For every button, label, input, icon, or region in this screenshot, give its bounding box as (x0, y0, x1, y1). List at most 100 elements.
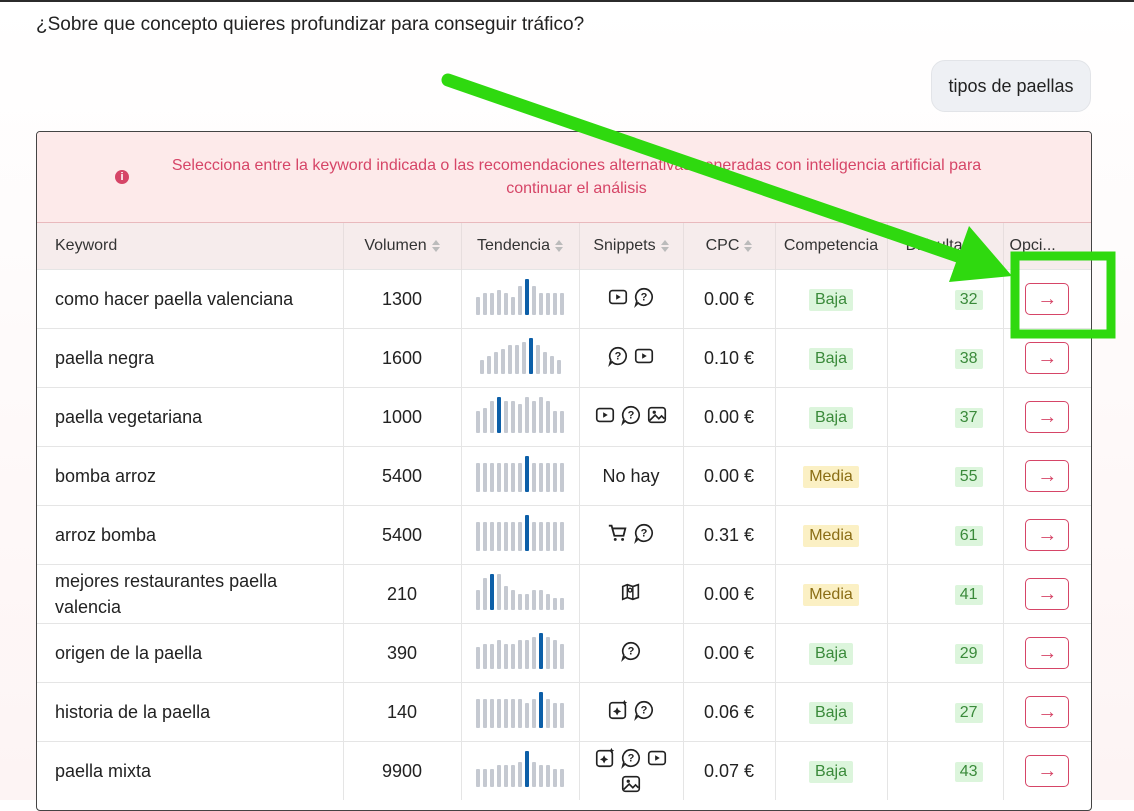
dificultad-cell: 43 (887, 741, 1004, 800)
trend-bar (532, 462, 536, 492)
options-cell: → (1003, 505, 1091, 565)
trend-bar (546, 400, 550, 433)
trend-bar (539, 521, 543, 551)
arrow-right-icon: → (1037, 287, 1058, 310)
competencia-badge: Media (803, 583, 859, 606)
svg-text:?: ? (628, 645, 635, 657)
options-cell: → (1003, 623, 1091, 683)
svg-text:?: ? (628, 409, 635, 421)
col-header-competencia[interactable]: Competencia (775, 223, 888, 270)
table-header-row: Keyword Volumen Tendencia Snippets CPC C… (37, 223, 1091, 270)
trend-bar (490, 462, 494, 492)
competencia-cell: Media (775, 446, 888, 506)
trend-cell (461, 505, 580, 565)
select-keyword-button[interactable]: → (1025, 401, 1070, 433)
trend-bar (532, 636, 536, 669)
options-cell: → (1003, 387, 1091, 447)
trend-bar (500, 348, 505, 374)
dificultad-badge: 37 (954, 408, 983, 428)
trend-bar (546, 593, 550, 610)
trend-bar (553, 410, 557, 433)
select-keyword-button[interactable]: → (1025, 460, 1070, 492)
sort-icon[interactable] (976, 239, 985, 252)
col-header-dificultad[interactable]: Dificultad (887, 223, 1004, 270)
trend-bar (532, 285, 536, 315)
keyword-cell: origen de la paella (37, 623, 344, 683)
map-icon (621, 583, 640, 601)
col-header-volumen[interactable]: Volumen (343, 223, 462, 270)
question-icon: ? (608, 346, 627, 367)
options-cell: → (1003, 269, 1091, 329)
select-keyword-button[interactable]: → (1025, 342, 1070, 374)
options-cell: → (1003, 446, 1091, 506)
arrow-right-icon: → (1037, 582, 1058, 605)
trend-bar (511, 462, 515, 492)
snippets-cell: ? (579, 387, 684, 447)
trend-chart (476, 573, 564, 610)
sort-icon[interactable] (431, 239, 440, 252)
trend-bar (539, 292, 543, 315)
keyword-results-card: i Selecciona entre la keyword indicada o… (36, 131, 1092, 811)
snippet-icons: ? (607, 286, 655, 308)
col-header-snippets[interactable]: Snippets (579, 223, 684, 270)
competencia-badge: Baja (808, 760, 854, 783)
trend-bar (504, 400, 508, 433)
col-header-cpc[interactable]: CPC (683, 223, 776, 270)
trend-bar (504, 462, 508, 492)
table-row: paella mixta 9900? 0.07 € Baja 43 → (37, 741, 1091, 800)
select-keyword-button[interactable]: → (1025, 578, 1070, 610)
select-keyword-button[interactable]: → (1025, 696, 1070, 728)
trend-bar (511, 400, 515, 433)
sort-icon[interactable] (554, 239, 563, 252)
competencia-badge: Media (803, 465, 859, 488)
col-header-opciones: Opci... (1003, 223, 1091, 270)
select-keyword-button[interactable]: → (1025, 637, 1070, 669)
svg-text:?: ? (641, 527, 648, 539)
trend-bar (525, 278, 529, 315)
trend-bar (504, 764, 508, 787)
select-keyword-button[interactable]: → (1025, 755, 1070, 787)
select-keyword-button[interactable]: → (1025, 283, 1070, 315)
cpc-cell: 0.07 € (683, 741, 776, 800)
snippets-cell: ? (579, 682, 684, 742)
trend-bar (518, 521, 522, 551)
select-keyword-button[interactable]: → (1025, 519, 1070, 551)
trend-bar (511, 643, 515, 669)
trend-bar (476, 410, 480, 433)
trend-bar (476, 521, 480, 551)
trend-bar (497, 573, 501, 610)
trend-bar (525, 593, 529, 610)
volumen-cell: 1600 (343, 328, 462, 388)
snippet-icons: ? (607, 522, 655, 544)
dificultad-badge: 43 (954, 762, 983, 782)
trend-bar (525, 514, 529, 551)
dificultad-cell: 32 (887, 269, 1004, 329)
trend-bar (476, 589, 480, 610)
options-cell: → (1003, 741, 1091, 800)
competencia-cell: Media (775, 505, 888, 565)
dificultad-cell: 29 (887, 623, 1004, 683)
trend-cell (461, 682, 580, 742)
trend-bar (553, 597, 557, 610)
trend-chart (476, 455, 564, 492)
keyword-table: Keyword Volumen Tendencia Snippets CPC C… (37, 223, 1091, 800)
col-header-keyword[interactable]: Keyword (37, 223, 344, 270)
video-icon (608, 289, 628, 304)
sort-icon[interactable] (660, 239, 669, 252)
trend-bar (504, 698, 508, 728)
snippets-cell: ? (579, 623, 684, 683)
assistant-question: ¿Sobre que concepto quieres profundizar … (36, 14, 585, 35)
trend-bar (511, 521, 515, 551)
competencia-badge: Baja (808, 642, 854, 665)
image-icon (621, 775, 641, 793)
trend-bar (507, 344, 512, 374)
competencia-badge: Baja (808, 406, 854, 429)
table-row: historia de la paella 140? 0.06 € Baja 27 → (37, 682, 1091, 742)
trend-bar (497, 462, 501, 492)
competencia-badge: Baja (808, 347, 854, 370)
sort-icon[interactable] (744, 239, 753, 252)
table-row: origen de la paella 390? 0.00 € Baja 29 → (37, 623, 1091, 683)
col-header-tendencia[interactable]: Tendencia (461, 223, 580, 270)
trend-bar (476, 646, 480, 669)
snippets-none: No hay (602, 465, 660, 486)
